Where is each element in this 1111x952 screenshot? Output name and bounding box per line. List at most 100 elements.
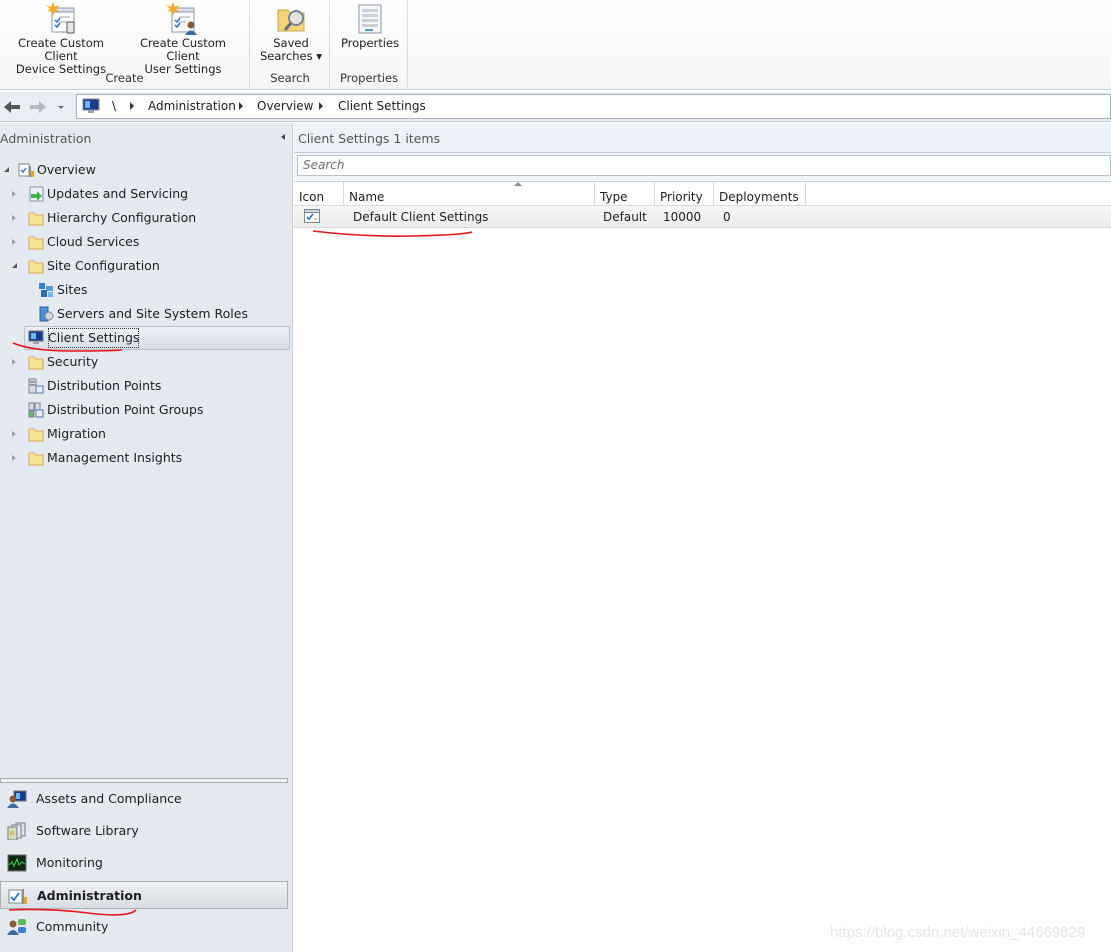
- tree-item-hierarchy-configuration[interactable]: Hierarchy Configuration: [0, 207, 288, 229]
- tree-item-cloud-services[interactable]: Cloud Services: [0, 231, 288, 253]
- breadcrumb-client-settings[interactable]: Client Settings: [338, 99, 426, 113]
- breadcrumb-separator[interactable]: [319, 102, 323, 110]
- client-settings-icon: [28, 330, 44, 344]
- folder-icon: [28, 236, 44, 250]
- workspace-administration[interactable]: Administration: [0, 881, 288, 909]
- overview-icon: [18, 163, 34, 177]
- breadcrumb-separator[interactable]: [239, 102, 243, 110]
- tree-item-label: Migration: [47, 426, 106, 441]
- client-settings-row-icon: [304, 209, 320, 223]
- tree-item-distribution-points[interactable]: Distribution Points: [0, 375, 288, 397]
- history-dropdown-icon[interactable]: [54, 98, 68, 116]
- create-custom-client-user-settings-button[interactable]: Create Custom Client User Settings: [124, 0, 242, 76]
- folder-icon: [28, 356, 44, 370]
- create-device-settings-icon: [46, 2, 75, 34]
- breadcrumb-overview[interactable]: Overview: [257, 99, 314, 113]
- workspace-label: Administration: [37, 888, 142, 903]
- folder-icon: [28, 260, 44, 274]
- tree-item-client-settings[interactable]: Client Settings: [0, 327, 288, 349]
- forward-arrow-icon[interactable]: [28, 98, 48, 116]
- workspace-label: Monitoring: [36, 855, 103, 870]
- collapsed-arrow-icon[interactable]: [12, 455, 16, 461]
- column-header-name[interactable]: Name: [344, 182, 595, 206]
- table-row[interactable]: Default Client Settings Default 10000 0: [294, 206, 1111, 228]
- properties-icon: [358, 4, 382, 34]
- sites-icon: [39, 283, 53, 297]
- address-bar[interactable]: \ Administration Overview Client Setting…: [76, 94, 1111, 119]
- tree-item-label: Overview: [37, 162, 96, 177]
- distribution-points-icon: [28, 378, 44, 394]
- column-header-icon[interactable]: Icon: [294, 182, 344, 206]
- tree-item-label: Updates and Servicing: [47, 186, 189, 201]
- watermark: https://blog.csdn.net/weixin_44669829: [830, 924, 1086, 941]
- saved-searches-button[interactable]: Saved Searches ▾: [255, 0, 327, 72]
- folder-icon: [28, 452, 44, 466]
- console-root-icon: [82, 98, 100, 113]
- search-row: Search: [294, 153, 1111, 180]
- red-underline-annotation: [312, 230, 473, 237]
- navigation-pane: Administration Overview Updates and Servi…: [0, 123, 293, 952]
- ribbon-group-create-label: Create: [105, 71, 144, 85]
- breadcrumb-root[interactable]: \: [112, 99, 116, 113]
- column-header-name-label: Name: [349, 190, 385, 204]
- tree-item-servers-and-site-system-roles[interactable]: Servers and Site System Roles: [0, 303, 288, 325]
- tree-item-label: Servers and Site System Roles: [57, 306, 248, 321]
- results-title: Client Settings 1 items: [298, 131, 441, 146]
- tree-item-updates-and-servicing[interactable]: Updates and Servicing: [0, 183, 288, 205]
- tree-item-migration[interactable]: Migration: [0, 423, 288, 445]
- tree-item-site-configuration[interactable]: Site Configuration: [0, 255, 288, 277]
- tree-item-label: Client Settings: [47, 327, 140, 349]
- folder-icon: [28, 428, 44, 442]
- collapsed-arrow-icon[interactable]: [12, 359, 16, 365]
- collapsed-arrow-icon[interactable]: [12, 215, 16, 221]
- collapse-pane-icon[interactable]: [281, 134, 285, 140]
- saved-searches-icon: [277, 9, 305, 32]
- results-pane: Client Settings 1 items Search Icon Name…: [294, 123, 1111, 952]
- create-custom-client-device-settings-button[interactable]: Create Custom Client Device Settings: [2, 0, 120, 76]
- row-name: Default Client Settings: [353, 210, 489, 224]
- workspace-software-library[interactable]: Software Library: [0, 817, 288, 845]
- administration-icon: [8, 889, 27, 904]
- create-user-settings-icon: [166, 2, 197, 35]
- results-header: Client Settings 1 items: [294, 123, 1111, 153]
- ribbon-group-properties-label: Properties: [339, 71, 399, 85]
- expanded-arrow-icon[interactable]: [4, 167, 9, 172]
- workspace-label: Community: [36, 919, 109, 934]
- workspace-label: Assets and Compliance: [36, 791, 182, 806]
- expanded-arrow-icon[interactable]: [12, 263, 17, 268]
- back-arrow-icon[interactable]: [2, 98, 22, 116]
- workspace-label: Software Library: [36, 823, 139, 838]
- breadcrumb-administration[interactable]: Administration: [148, 99, 236, 113]
- collapsed-arrow-icon[interactable]: [12, 431, 16, 437]
- tree-item-label: Site Configuration: [47, 258, 160, 273]
- tree-item-label: Distribution Points: [47, 378, 162, 393]
- tree-item-overview[interactable]: Overview: [0, 159, 288, 181]
- tree-item-sites[interactable]: Sites: [0, 279, 288, 301]
- monitoring-icon: [7, 854, 27, 872]
- collapsed-arrow-icon[interactable]: [12, 239, 16, 245]
- collapsed-arrow-icon[interactable]: [12, 191, 16, 197]
- properties-button[interactable]: Properties: [335, 0, 405, 72]
- software-library-icon: [7, 822, 26, 840]
- tree-item-label: Cloud Services: [47, 234, 140, 249]
- workspace-splitter[interactable]: [0, 778, 288, 783]
- navigation-pane-title: Administration: [0, 131, 92, 146]
- servers-icon: [39, 306, 54, 322]
- breadcrumb-separator[interactable]: [130, 102, 134, 110]
- tree-item-distribution-point-groups[interactable]: Distribution Point Groups: [0, 399, 288, 421]
- column-header-priority[interactable]: Priority: [655, 182, 714, 206]
- column-header-deployments[interactable]: Deployments: [714, 182, 806, 206]
- grid-header: Icon Name Type Priority Deployments: [294, 181, 1111, 206]
- ribbon-group-properties: Properties Properties: [331, 0, 408, 88]
- sort-ascending-icon: [514, 182, 522, 186]
- workspace-monitoring[interactable]: Monitoring: [0, 849, 288, 877]
- search-input[interactable]: Search: [297, 155, 1111, 176]
- column-header-type[interactable]: Type: [595, 182, 655, 206]
- workspace-community[interactable]: Community: [0, 913, 288, 941]
- row-type: Default: [603, 210, 647, 224]
- tree-item-management-insights[interactable]: Management Insights: [0, 447, 288, 469]
- workspace-assets-and-compliance[interactable]: Assets and Compliance: [0, 785, 288, 813]
- tree-item-security[interactable]: Security: [0, 351, 288, 373]
- ribbon: Create Custom Client Device Settings Cre…: [0, 0, 1111, 90]
- row-deployments: 0: [723, 210, 731, 224]
